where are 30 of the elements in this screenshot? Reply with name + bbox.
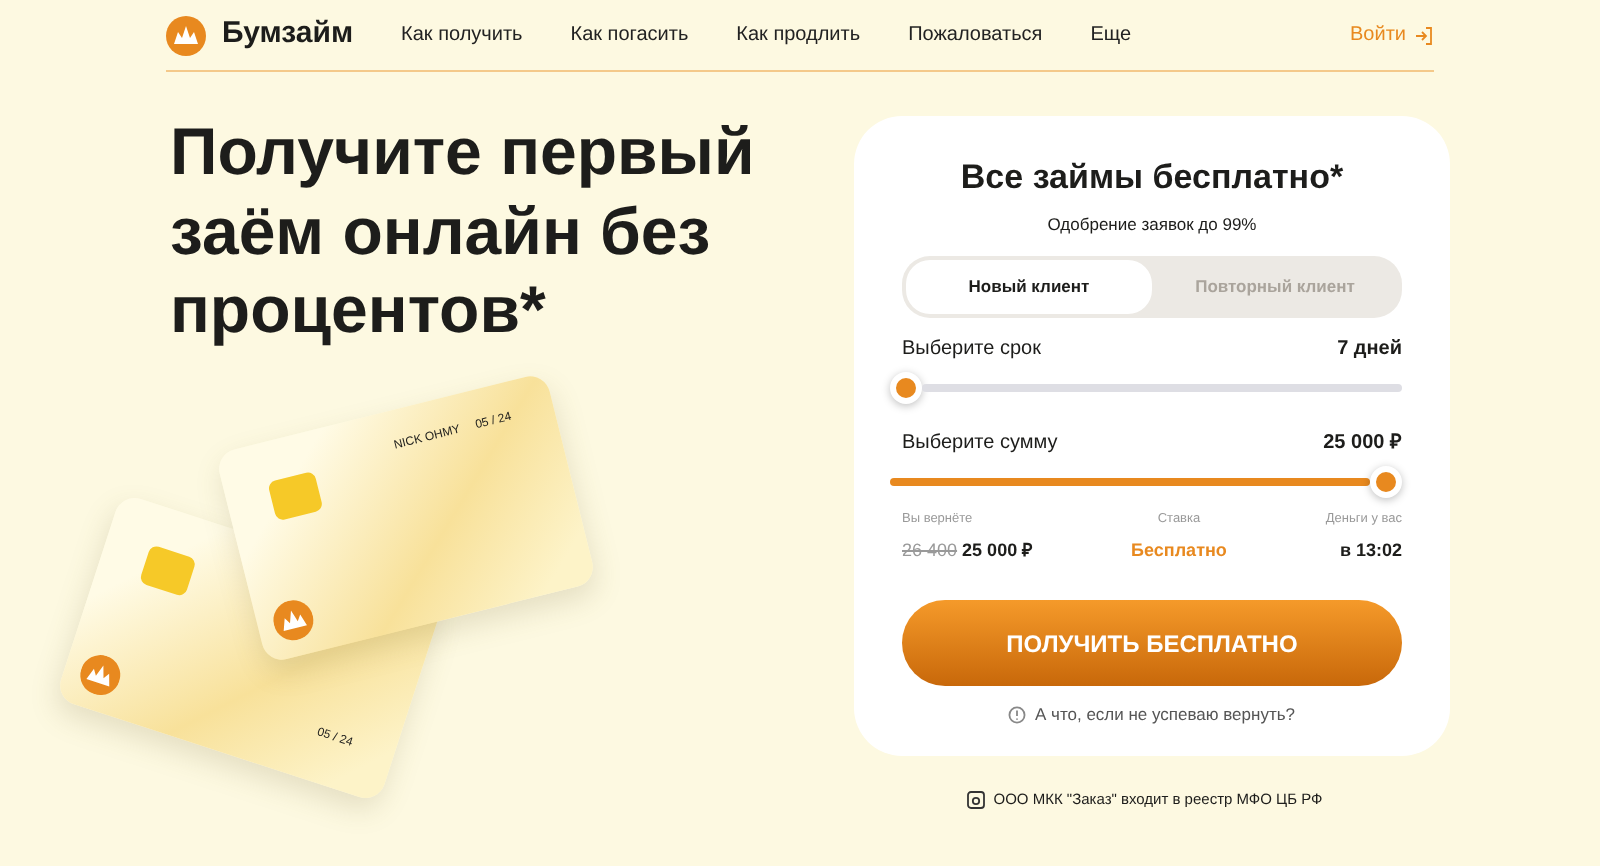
approval-text: Одобрение заявок до 99% — [1045, 211, 1259, 237]
slider[interactable] — [890, 466, 1402, 498]
nav-link-item[interactable]: Как получить — [401, 20, 523, 50]
slider[interactable] — [890, 372, 1402, 404]
chip-icon — [267, 470, 324, 521]
rate-value: Бесплатно — [1131, 539, 1227, 560]
brand-name: Бумзайм — [222, 14, 354, 55]
slider-label: Выберите срок — [902, 336, 1041, 364]
hero-heading: Получите первый заём онлайн без процентов* — [170, 112, 757, 350]
login-icon — [1414, 25, 1434, 45]
nav-link-item[interactable]: Как продлить — [736, 20, 861, 50]
logo-icon — [166, 15, 206, 55]
slider-thumb[interactable] — [1370, 466, 1402, 498]
slider-value: 7 дней — [1337, 336, 1402, 364]
repay-amount: 25 000 ₽ — [962, 539, 1033, 560]
client-tab[interactable]: Новый клиент — [906, 260, 1152, 314]
info-icon — [1008, 706, 1027, 725]
nav-link-item[interactable]: Пожаловаться — [908, 20, 1043, 50]
summary-value: в 13:02 — [1339, 539, 1402, 560]
slider-value: 25 000 ₽ — [1323, 430, 1402, 458]
calculator-title: Все займы бесплатно* — [958, 156, 1346, 200]
old-amount: 26 400 — [902, 539, 958, 560]
logo-icon — [75, 649, 126, 700]
registry-icon — [965, 789, 986, 810]
nav-link-item[interactable]: Как погасить — [570, 20, 689, 50]
slider-label: Выберите сумму — [902, 430, 1058, 458]
nav-link-item[interactable]: Еще — [1090, 20, 1132, 50]
logo-icon — [269, 595, 318, 645]
help-link[interactable]: А что, если не успеваю вернуть? — [1034, 702, 1296, 728]
slider-thumb[interactable] — [890, 372, 922, 404]
